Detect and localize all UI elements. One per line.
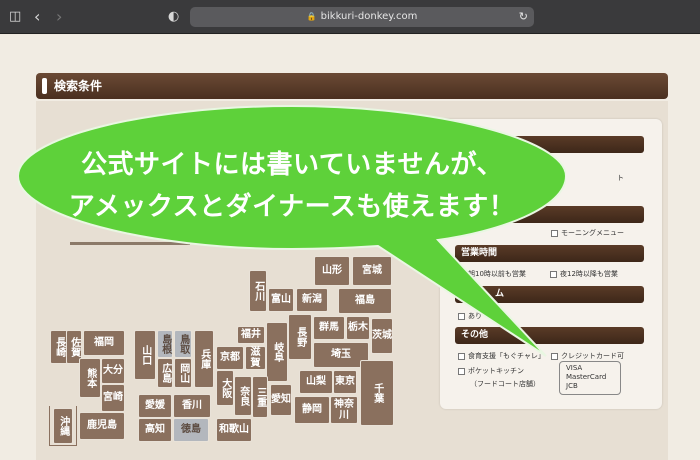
prefecture-tokyo[interactable]: 東京	[333, 370, 357, 394]
prefecture-mie[interactable]: 三重	[252, 376, 268, 418]
shield-icon[interactable]: ◐	[168, 0, 179, 34]
card-brands-box: VISA MasterCard JCB	[559, 361, 621, 395]
prefecture-kanagawa[interactable]: 神奈川	[330, 396, 358, 424]
back-icon[interactable]: ‹	[34, 0, 40, 34]
url-text: bikkuri-donkey.com	[320, 11, 418, 22]
prefecture-kagoshima[interactable]: 鹿児島	[79, 412, 125, 440]
card-brand: VISA	[566, 364, 583, 372]
callout-bubble-shape	[18, 104, 566, 357]
prefecture-tokushima[interactable]: 徳島	[173, 418, 209, 442]
prefecture-chiba[interactable]: 千葉	[360, 360, 394, 426]
prefecture-kumamoto[interactable]: 熊本	[79, 358, 101, 398]
sidebar-icon[interactable]: ◫	[9, 0, 21, 34]
card-brand: MasterCard	[566, 373, 607, 381]
prefecture-osaka[interactable]: 大阪	[216, 370, 234, 406]
prefecture-shizuoka[interactable]: 静岡	[294, 396, 330, 424]
prefecture-miyazaki[interactable]: 宮崎	[101, 384, 125, 412]
page-title: 検索条件	[54, 79, 103, 93]
prefecture-wakayama[interactable]: 和歌山	[216, 418, 252, 442]
browser-toolbar: ◫ ‹ › ◐ 🔒 bikkuri-donkey.com ↻	[0, 0, 700, 34]
card-brand: JCB	[566, 382, 578, 390]
callout-line-2: アメックスとダイナースも使えます！	[68, 192, 516, 222]
prefecture-kochi[interactable]: 高知	[138, 418, 172, 442]
forward-icon[interactable]: ›	[56, 0, 62, 34]
lock-icon: 🔒	[306, 12, 317, 21]
search-conditions-header: 検索条件	[36, 73, 668, 99]
reload-icon[interactable]: ↻	[519, 7, 528, 27]
prefecture-oita[interactable]: 大分	[101, 358, 125, 384]
checkbox[interactable]	[458, 367, 465, 375]
prefecture-okayama[interactable]: 岡山	[174, 358, 192, 388]
prefecture-hiroshima[interactable]: 広島	[157, 358, 173, 388]
header-accent-mark	[42, 78, 47, 94]
prefecture-kagawa[interactable]: 香川	[173, 394, 211, 418]
prefecture-yamanashi[interactable]: 山梨	[299, 370, 333, 394]
food-court-note: （フードコート店舗）	[470, 380, 540, 388]
address-bar[interactable]: 🔒 bikkuri-donkey.com ↻	[190, 7, 534, 27]
prefecture-aichi[interactable]: 愛知	[270, 384, 292, 416]
callout-bubble: 公式サイトには書いていませんが、 アメックスとダイナースも使えます！	[18, 100, 566, 357]
prefecture-nara[interactable]: 奈良	[234, 376, 252, 416]
prefecture-ehime[interactable]: 愛媛	[138, 394, 172, 418]
partial-edge-text: ト	[617, 174, 624, 182]
okinawa-inset-frame	[49, 406, 77, 446]
pocket-kitchen-checkbox[interactable]: ポケットキッチン	[458, 366, 524, 376]
callout-line-1: 公式サイトには書いていませんが、	[81, 150, 503, 180]
